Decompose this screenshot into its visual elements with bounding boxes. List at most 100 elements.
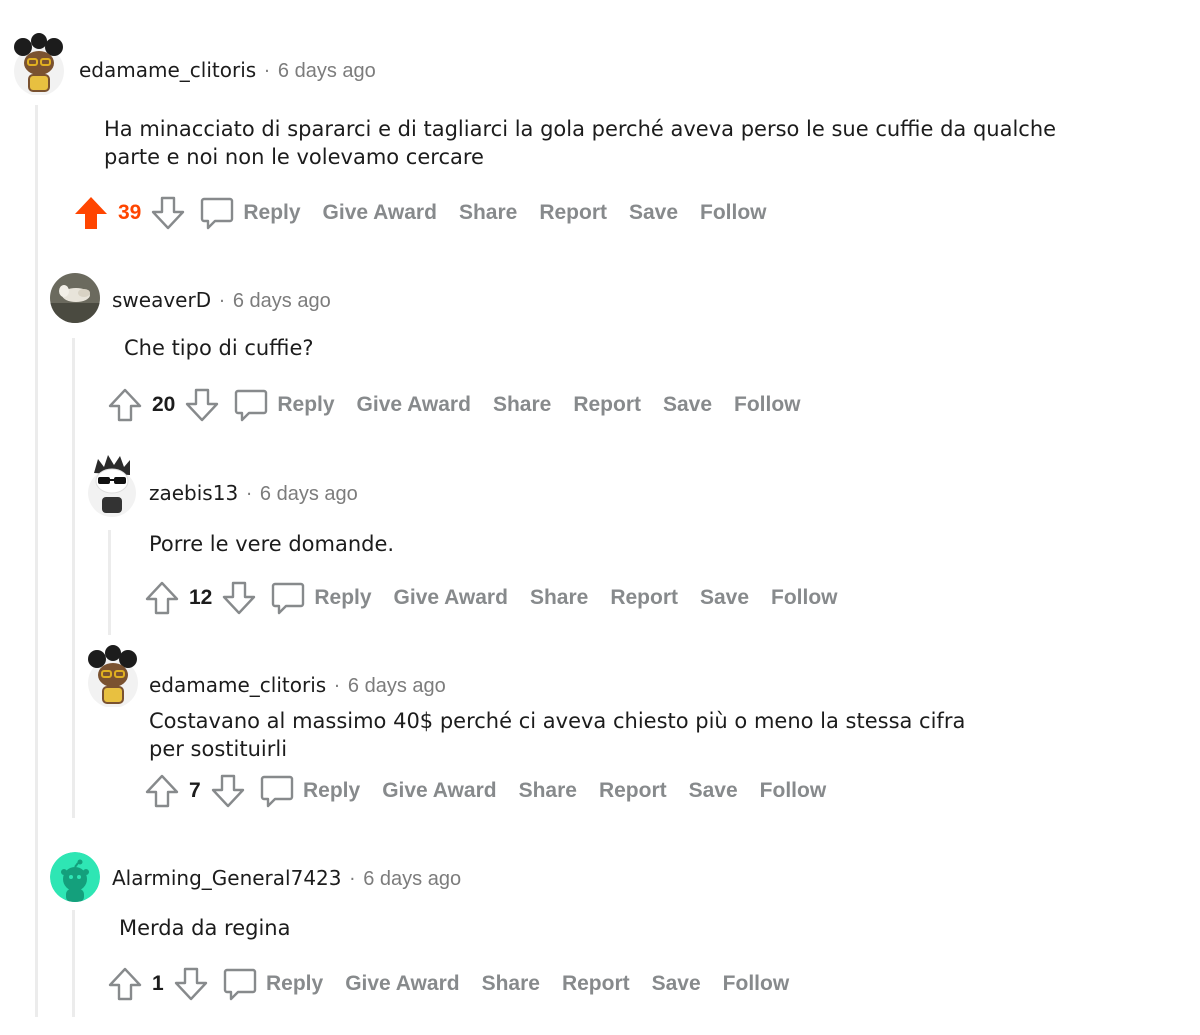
username[interactable]: edamame_clitoris (79, 58, 256, 82)
save-button[interactable]: Save (652, 972, 701, 996)
comment-icon[interactable] (222, 966, 258, 1002)
comment-actions: 12 Reply Give Award Share Report Save Fo… (145, 578, 860, 618)
save-button[interactable]: Save (700, 586, 749, 610)
reply-button[interactable]: Reply (266, 972, 323, 996)
downvote-icon[interactable] (211, 773, 245, 809)
upvote-icon[interactable] (145, 580, 179, 616)
comment-body: Costavano al massimo 40$ perché ci aveva… (149, 707, 965, 763)
thread-line[interactable] (35, 105, 38, 1017)
comment-icon[interactable] (259, 773, 295, 809)
share-button[interactable]: Share (493, 393, 551, 417)
share-button[interactable]: Share (519, 779, 577, 803)
avatar[interactable] (50, 273, 100, 323)
reply-button[interactable]: Reply (303, 779, 360, 803)
comment-line: Che tipo di cuffie? (124, 336, 314, 360)
comment-actions: 39 Reply Give Award Share Report Save Fo… (74, 193, 789, 233)
downvote-icon[interactable] (174, 966, 208, 1002)
thread-line[interactable] (108, 530, 111, 635)
comment-line: Ha minacciato di spararci e di tagliarci… (104, 117, 1057, 141)
comment-meta: edamame_clitoris · 6 days ago (149, 673, 446, 698)
vote-score: 7 (189, 779, 201, 802)
downvote-icon[interactable] (222, 580, 256, 616)
report-button[interactable]: Report (573, 393, 641, 417)
comment-actions: 20 Reply Give Award Share Report Save Fo… (108, 385, 823, 425)
follow-button[interactable]: Follow (771, 586, 838, 610)
upvote-filled-icon[interactable] (74, 195, 108, 231)
comment-line: Merda da regina (119, 916, 291, 940)
follow-button[interactable]: Follow (723, 972, 790, 996)
upvote-icon[interactable] (108, 966, 142, 1002)
comment-meta: sweaverD · 6 days ago (112, 288, 331, 313)
upvote-icon[interactable] (145, 773, 179, 809)
save-button[interactable]: Save (663, 393, 712, 417)
share-button[interactable]: Share (459, 201, 517, 225)
save-button[interactable]: Save (629, 201, 678, 225)
photo-avatar-icon (50, 273, 100, 323)
reply-button[interactable]: Reply (277, 393, 334, 417)
timestamp[interactable]: 6 days ago (233, 290, 331, 313)
timestamp[interactable]: 6 days ago (348, 675, 446, 698)
follow-button[interactable]: Follow (700, 201, 767, 225)
username[interactable]: Alarming_General7423 (112, 866, 342, 890)
vote-score: 1 (152, 972, 164, 995)
timestamp[interactable]: 6 days ago (363, 868, 461, 891)
comment-body: Merda da regina (119, 914, 291, 942)
thread-line[interactable] (72, 910, 75, 1017)
save-button[interactable]: Save (689, 779, 738, 803)
report-button[interactable]: Report (562, 972, 630, 996)
vote-score: 20 (152, 393, 176, 416)
downvote-icon[interactable] (151, 195, 185, 231)
comment-body: Che tipo di cuffie? (124, 334, 314, 362)
vote-score: 39 (118, 201, 142, 224)
username[interactable]: edamame_clitoris (149, 673, 326, 697)
comment-actions: 1 Reply Give Award Share Report Save Fol… (108, 964, 811, 1004)
avatar[interactable] (86, 453, 138, 517)
separator: · (246, 484, 252, 505)
give-award-button[interactable]: Give Award (345, 972, 459, 996)
comment-icon[interactable] (270, 580, 306, 616)
give-award-button[interactable]: Give Award (357, 393, 471, 417)
give-award-button[interactable]: Give Award (382, 779, 496, 803)
snoo-avatar-afro-icon (88, 645, 138, 707)
comment-icon[interactable] (199, 195, 235, 231)
avatar[interactable] (50, 852, 100, 902)
comment-meta: zaebis13 · 6 days ago (149, 481, 358, 506)
share-button[interactable]: Share (530, 586, 588, 610)
reply-button[interactable]: Reply (314, 586, 371, 610)
comment-thread: edamame_clitoris · 6 days ago Ha minacci… (0, 0, 1200, 1035)
comment-line: Porre le vere domande. (149, 532, 395, 556)
report-button[interactable]: Report (539, 201, 607, 225)
comment-line: per sostituirli (149, 737, 288, 761)
give-award-button[interactable]: Give Award (323, 201, 437, 225)
separator: · (349, 869, 356, 890)
avatar[interactable] (12, 33, 66, 95)
username[interactable]: sweaverD (112, 288, 211, 312)
timestamp[interactable]: 6 days ago (260, 483, 358, 506)
avatar[interactable] (86, 645, 140, 707)
comment-body: Ha minacciato di spararci e di tagliarci… (104, 115, 1056, 171)
downvote-icon[interactable] (185, 387, 219, 423)
reply-button[interactable]: Reply (243, 201, 300, 225)
give-award-button[interactable]: Give Award (394, 586, 508, 610)
timestamp[interactable]: 6 days ago (278, 60, 376, 83)
comment-meta: Alarming_General7423 · 6 days ago (112, 866, 461, 891)
snoo-avatar-afro-icon (14, 33, 64, 95)
comment-line: Costavano al massimo 40$ perché ci aveva… (149, 709, 966, 733)
separator: · (334, 676, 340, 697)
follow-button[interactable]: Follow (734, 393, 801, 417)
share-button[interactable]: Share (482, 972, 540, 996)
comment-icon[interactable] (233, 387, 269, 423)
upvote-icon[interactable] (108, 387, 142, 423)
snoo-avatar-sunglasses-icon (88, 455, 136, 517)
default-snoo-avatar-icon (50, 852, 100, 902)
comment-body: Porre le vere domande. (149, 530, 394, 558)
follow-button[interactable]: Follow (760, 779, 827, 803)
comment-line: parte e noi non le volevamo cercare (104, 145, 484, 169)
separator: · (219, 291, 225, 312)
report-button[interactable]: Report (599, 779, 667, 803)
username[interactable]: zaebis13 (149, 481, 238, 505)
comment-actions: 7 Reply Give Award Share Report Save Fol… (145, 771, 848, 811)
vote-score: 12 (189, 586, 213, 609)
thread-line[interactable] (72, 338, 75, 818)
report-button[interactable]: Report (610, 586, 678, 610)
